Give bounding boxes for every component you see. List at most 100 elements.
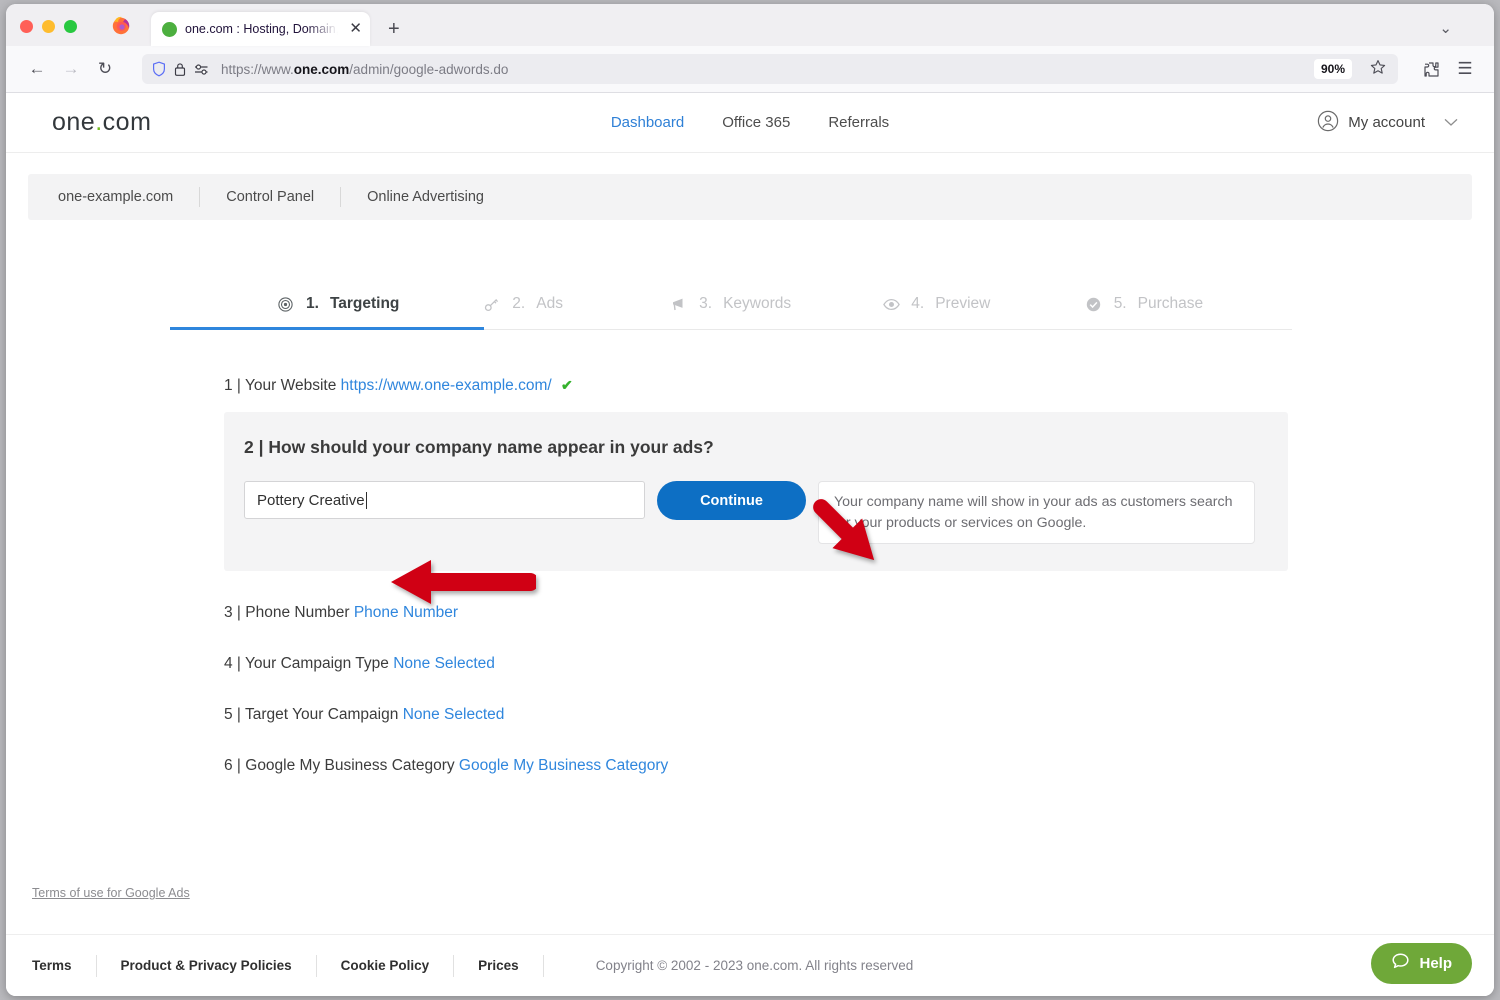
step-number: 2. xyxy=(512,295,525,313)
firefox-logo-icon xyxy=(111,15,131,35)
onecom-logo[interactable]: one.com xyxy=(52,108,151,137)
forward-button[interactable]: → xyxy=(54,54,88,84)
breadcrumb: one-example.com Control Panel Online Adv… xyxy=(28,174,1472,220)
zoom-level-badge[interactable]: 90% xyxy=(1314,59,1352,79)
breadcrumb-separator xyxy=(199,187,200,207)
extensions-icon[interactable] xyxy=(1416,54,1446,84)
address-bar[interactable]: https://www.one.com/admin/google-adwords… xyxy=(142,54,1398,84)
browser-tabstrip: one.com : Hosting, Domain, Ema ✕ + ⌄ xyxy=(6,4,1494,46)
text-caret xyxy=(366,492,367,509)
browser-window: one.com : Hosting, Domain, Ema ✕ + ⌄ ← →… xyxy=(6,4,1494,996)
nav-item-referrals[interactable]: Referrals xyxy=(828,114,889,131)
footer-separator xyxy=(316,955,317,977)
company-name-value: Pottery Creative xyxy=(257,492,365,509)
breadcrumb-item-domain[interactable]: one-example.com xyxy=(58,189,173,205)
my-account-label: My account xyxy=(1348,114,1425,131)
phone-row-prefix: 3 | Phone Number xyxy=(224,604,350,621)
website-link[interactable]: https://www.one-example.com/ xyxy=(341,377,552,394)
continue-button[interactable]: Continue xyxy=(657,481,806,520)
minimize-window-button[interactable] xyxy=(42,20,55,33)
browser-tab[interactable]: one.com : Hosting, Domain, Ema ✕ xyxy=(151,12,370,46)
target-campaign-prefix: 5 | Target Your Campaign xyxy=(224,706,398,723)
footer-link-prices[interactable]: Prices xyxy=(478,958,519,973)
content-inner: 1. Targeting 2. Ads xyxy=(224,295,1296,775)
main-nav: Dashboard Office 365 Referrals xyxy=(6,114,1494,131)
step-ads[interactable]: 2. Ads xyxy=(484,295,671,329)
logo-text-post: com xyxy=(103,108,152,136)
main-content: 1. Targeting 2. Ads xyxy=(6,220,1494,775)
step-label: Targeting xyxy=(330,295,399,313)
user-avatar-icon xyxy=(1317,110,1339,136)
step-number: 4. xyxy=(911,295,924,313)
breadcrumb-item-online-advertising[interactable]: Online Advertising xyxy=(367,189,484,205)
check-icon: ✔ xyxy=(561,377,573,393)
breadcrumb-separator xyxy=(340,187,341,207)
close-tab-icon[interactable]: ✕ xyxy=(349,21,362,37)
key-icon xyxy=(484,297,501,312)
active-step-underline xyxy=(170,327,484,330)
url-prefix: https://www. xyxy=(221,62,294,77)
company-name-heading: 2 | How should your company name appear … xyxy=(244,437,1288,458)
campaign-type-link[interactable]: None Selected xyxy=(393,655,495,672)
gmb-category-link[interactable]: Google My Business Category xyxy=(459,757,668,774)
step-preview[interactable]: 4. Preview xyxy=(883,295,1085,329)
form-row-campaign-type: 4 | Your Campaign Type None Selected xyxy=(224,655,1296,673)
bookmark-star-icon[interactable] xyxy=(1364,59,1392,80)
nav-item-office365[interactable]: Office 365 xyxy=(722,114,790,131)
footer-copyright: Copyright © 2002 - 2023 one.com. All rig… xyxy=(596,958,914,973)
step-targeting[interactable]: 1. Targeting xyxy=(224,295,484,329)
site-header: one.com Dashboard Office 365 Referrals M… xyxy=(6,93,1494,153)
footer-separator xyxy=(453,955,454,977)
tab-favicon-icon xyxy=(162,22,177,37)
my-account-menu[interactable]: My account xyxy=(1317,110,1458,136)
breadcrumb-wrapper: one-example.com Control Panel Online Adv… xyxy=(6,153,1494,220)
wizard-steps: 1. Targeting 2. Ads xyxy=(224,295,1292,330)
form-row-website: 1 | Your Website https://www.one-example… xyxy=(224,377,1296,395)
form-row-gmb-category: 6 | Google My Business Category Google M… xyxy=(224,757,1296,775)
reload-button[interactable]: ↻ xyxy=(88,54,122,84)
target-campaign-link[interactable]: None Selected xyxy=(403,706,505,723)
app-menu-icon[interactable]: ☰ xyxy=(1450,54,1480,84)
site-footer: Terms Product & Privacy Policies Cookie … xyxy=(6,934,1494,996)
permissions-icon[interactable] xyxy=(194,63,209,76)
company-name-panel: 2 | How should your company name appear … xyxy=(224,412,1288,571)
step-number: 5. xyxy=(1114,295,1127,313)
step-label: Purchase xyxy=(1138,295,1203,313)
help-button[interactable]: Help xyxy=(1371,943,1472,984)
url-path: /admin/google-adwords.do xyxy=(349,62,508,77)
footer-separator xyxy=(96,955,97,977)
step-keywords[interactable]: 3. Keywords xyxy=(671,295,883,329)
maximize-window-button[interactable] xyxy=(64,20,77,33)
footer-link-product-privacy[interactable]: Product & Privacy Policies xyxy=(121,958,292,973)
footer-separator xyxy=(543,955,544,977)
eye-icon xyxy=(883,298,900,311)
shield-icon[interactable] xyxy=(152,61,166,77)
form-row-phone: 3 | Phone Number Phone Number xyxy=(224,604,1296,622)
phone-number-link[interactable]: Phone Number xyxy=(354,604,458,621)
company-name-row: Pottery Creative Continue Your company n… xyxy=(244,481,1288,544)
company-name-input[interactable]: Pottery Creative xyxy=(244,481,645,519)
step-purchase[interactable]: 5. Purchase xyxy=(1086,295,1292,329)
nav-item-dashboard[interactable]: Dashboard xyxy=(611,114,684,131)
tab-title: one.com : Hosting, Domain, Ema xyxy=(185,22,341,36)
terms-of-use-link[interactable]: Terms of use for Google Ads xyxy=(32,886,190,900)
help-label: Help xyxy=(1419,955,1452,972)
close-window-button[interactable] xyxy=(20,20,33,33)
new-tab-button[interactable]: + xyxy=(388,18,400,41)
browser-navbar: ← → ↻ https://www.one.com/admin/google-a… xyxy=(6,46,1494,93)
gmb-category-prefix: 6 | Google My Business Category xyxy=(224,757,455,774)
campaign-type-prefix: 4 | Your Campaign Type xyxy=(224,655,389,672)
breadcrumb-item-control-panel[interactable]: Control Panel xyxy=(226,189,314,205)
megaphone-icon xyxy=(671,297,688,312)
page-content: one.com Dashboard Office 365 Referrals M… xyxy=(6,93,1494,996)
lock-icon[interactable] xyxy=(174,62,186,77)
step-number: 3. xyxy=(699,295,712,313)
back-button[interactable]: ← xyxy=(20,54,54,84)
step-number: 1. xyxy=(306,295,319,313)
list-all-tabs-icon[interactable]: ⌄ xyxy=(1439,19,1452,37)
step-label: Keywords xyxy=(723,295,791,313)
footer-link-cookie-policy[interactable]: Cookie Policy xyxy=(341,958,430,973)
chevron-down-icon xyxy=(1444,116,1458,130)
footer-link-terms[interactable]: Terms xyxy=(32,958,72,973)
window-traffic-lights xyxy=(6,20,77,46)
